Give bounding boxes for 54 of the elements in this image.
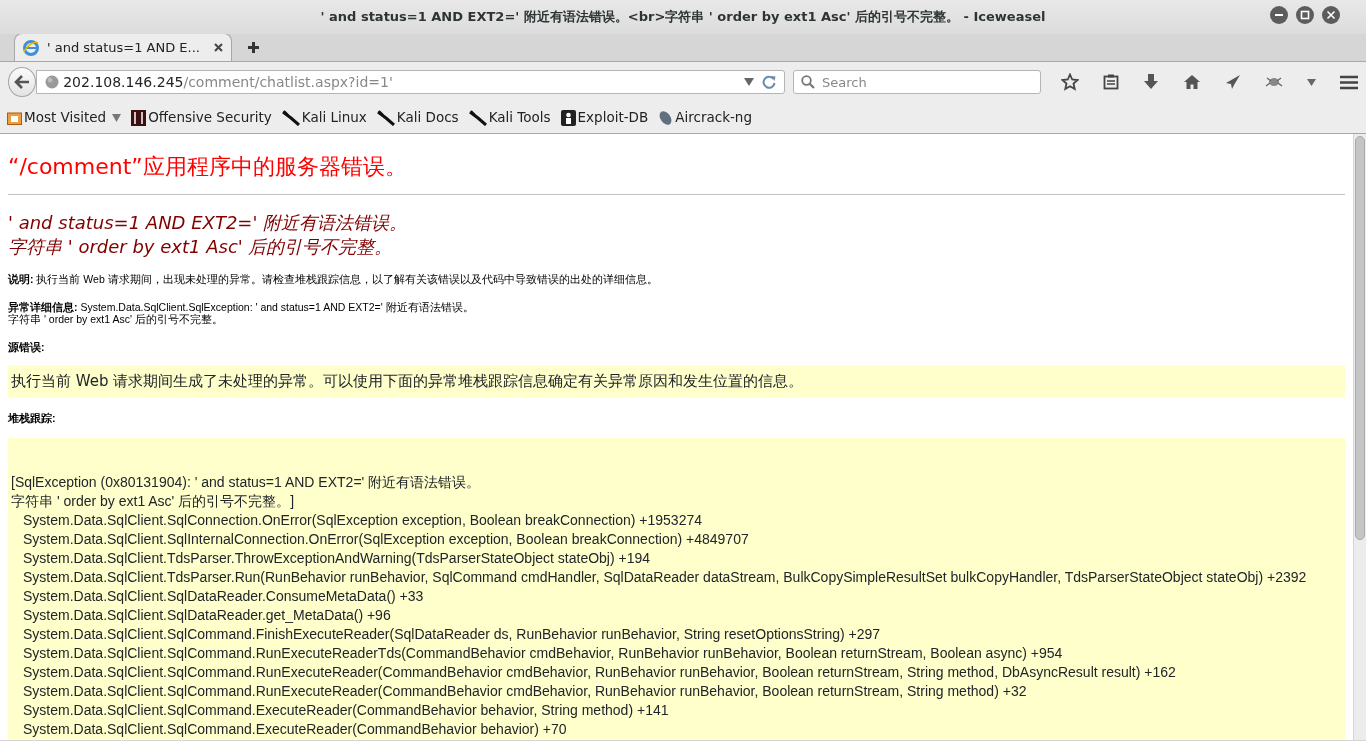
bookmark-icon bbox=[131, 109, 147, 126]
stack-frame: System.Data.SqlClient.SqlCommand.RunExecuteReader(CommandBehavior cmdBehavior, RunBehavior runBehavior, Boolean returnStream, String method, DbAsyncResult result) +162 bbox=[11, 662, 1342, 682]
bookmark-link[interactable]: Kali Linux bbox=[278, 107, 370, 128]
url-text: 202.108.146.245/comment/chatlist.aspx?id=1' bbox=[63, 72, 394, 92]
new-tab-icon[interactable] bbox=[248, 42, 259, 53]
bookmark-link[interactable]: Offensive Security bbox=[128, 107, 275, 128]
section-label: 堆栈跟踪: bbox=[8, 411, 57, 424]
exception-message: [SqlException (0x80131904): ' and status=1 AND EXT2=' 附近有语法错误。 bbox=[11, 472, 482, 492]
bookmark-link[interactable]: Kali Tools bbox=[465, 107, 554, 128]
stack-frame: System.Data.SqlClient.SqlDataReader.ConsumeMetaData() +33 bbox=[11, 586, 1342, 606]
search-icon bbox=[801, 75, 815, 89]
close-button[interactable] bbox=[1322, 6, 1340, 24]
stack-frame: System.Data.SqlClient.TdsParser.ThrowExceptionAndWarning(TdsParserStateObject stateObj) +194 bbox=[11, 548, 1342, 568]
bookmark-icon bbox=[658, 109, 674, 126]
exception-message: 字符串 ' order by ext1 Asc' 后的引号不完整。] bbox=[11, 491, 296, 511]
folder-icon bbox=[7, 110, 22, 125]
exception-details: 异常详细信息: System.Data.SqlClient.SqlException: ' and status=1 AND EXT2=' 附近有语法错误。 字符串 ' order by ext1 Asc' 后的引号不完整。 bbox=[8, 301, 475, 325]
minimize-button[interactable] bbox=[1270, 6, 1288, 24]
source-error-message: 执行当前 Web 请求期间生成了未处理的异常。可以使用下面的异常堆栈跟踪信息确定有关异常原因和发生位置的信息。 bbox=[8, 365, 1345, 398]
bookmark-icon bbox=[281, 109, 300, 126]
stack-frame: System.Data.SqlClient.TdsParser.Run(RunBehavior runBehavior, SqlCommand cmdHandler, SqlDataReader dataStream, BulkCopySimpleResultSet bulkCopyHandler, TdsParserStateObject stateObj) +2392 bbox=[11, 567, 1342, 587]
error-message: ' and status=1 AND EXT2=' 附近有语法错误。 字符串 ' order by ext1 Asc' 后的引号不完整。 bbox=[8, 211, 409, 259]
reload-icon[interactable] bbox=[762, 75, 776, 89]
bookmark-icon bbox=[376, 109, 395, 126]
description-text: 说明: 执行当前 Web 请求期间，出现未处理的异常。请检查堆栈跟踪信息，以了解有关该错误以及代码中导致错误的出处的详细信息。 bbox=[8, 273, 659, 285]
bookmark-link[interactable]: Most Visited bbox=[4, 107, 125, 128]
section-label: 源错误: bbox=[8, 341, 46, 353]
page-heading: “/comment”应用程序中的服务器错误。 bbox=[8, 153, 408, 181]
browser-logo-icon bbox=[23, 39, 39, 56]
stack-frame: System.Data.SqlClient.SqlCommand.RunExecuteReader(CommandBehavior cmdBehavior, RunBehavior runBehavior, Boolean returnStream, String method) +32 bbox=[11, 681, 1342, 701]
back-button[interactable] bbox=[8, 67, 37, 97]
bookmark-icon bbox=[468, 109, 487, 126]
maximize-button[interactable] bbox=[1296, 6, 1314, 24]
scrollbar[interactable] bbox=[1353, 134, 1366, 740]
stack-frame: System.Data.SqlClient.SqlDataReader.get_MetaData() +96 bbox=[11, 605, 1342, 625]
back-arrow-icon bbox=[14, 75, 31, 89]
stack-frame: System.Data.SqlClient.SqlConnection.OnError(SqlException exception, Boolean breakConnection) +1953274 bbox=[11, 510, 1342, 530]
tab-title: ' and status=1 AND E... bbox=[47, 38, 201, 57]
close-tab-icon[interactable] bbox=[214, 43, 223, 52]
browser-tab[interactable]: ' and status=1 AND E... bbox=[14, 33, 232, 61]
bookmark-icon bbox=[560, 109, 576, 126]
bookmark-link[interactable]: Aircrack-ng bbox=[655, 107, 755, 128]
address-field[interactable]: 202.108.146.245/comment/chatlist.aspx?id=1' bbox=[36, 70, 785, 94]
bookmark-link[interactable]: Kali Docs bbox=[373, 107, 462, 128]
dropdown-icon bbox=[744, 78, 754, 86]
stack-frame: System.Data.SqlClient.SqlInternalConnection.OnError(SqlException exception, Boolean breakConnection) +4849707 bbox=[11, 529, 1342, 549]
globe-icon bbox=[45, 75, 60, 89]
search-field[interactable]: Search bbox=[793, 70, 1041, 94]
window-title: ' and status=1 AND EXT2=' 附近有语法错误。<br>字符串 ' order by ext1 Asc' 后的引号不完整。 - Iceweasel bbox=[320, 8, 1046, 27]
bookmark-link[interactable]: Exploit-DB bbox=[557, 107, 652, 128]
stack-frame: System.Data.SqlClient.SqlCommand.ExecuteReader(CommandBehavior behavior) +70 bbox=[11, 719, 1342, 739]
stack-frame: System.Data.SqlClient.SqlCommand.FinishExecuteReader(SqlDataReader ds, RunBehavior runBehavior, String resetOptionsString) +297 bbox=[11, 624, 1342, 644]
stack-frame: System.Data.SqlClient.SqlCommand.ExecuteReader(CommandBehavior behavior, String method) +141 bbox=[11, 700, 1342, 720]
stack-frame: System.Data.SqlClient.SqlCommand.RunExecuteReaderTds(CommandBehavior cmdBehavior, RunBehavior runBehavior, Boolean returnStream, Boolean async) +954 bbox=[11, 643, 1342, 663]
